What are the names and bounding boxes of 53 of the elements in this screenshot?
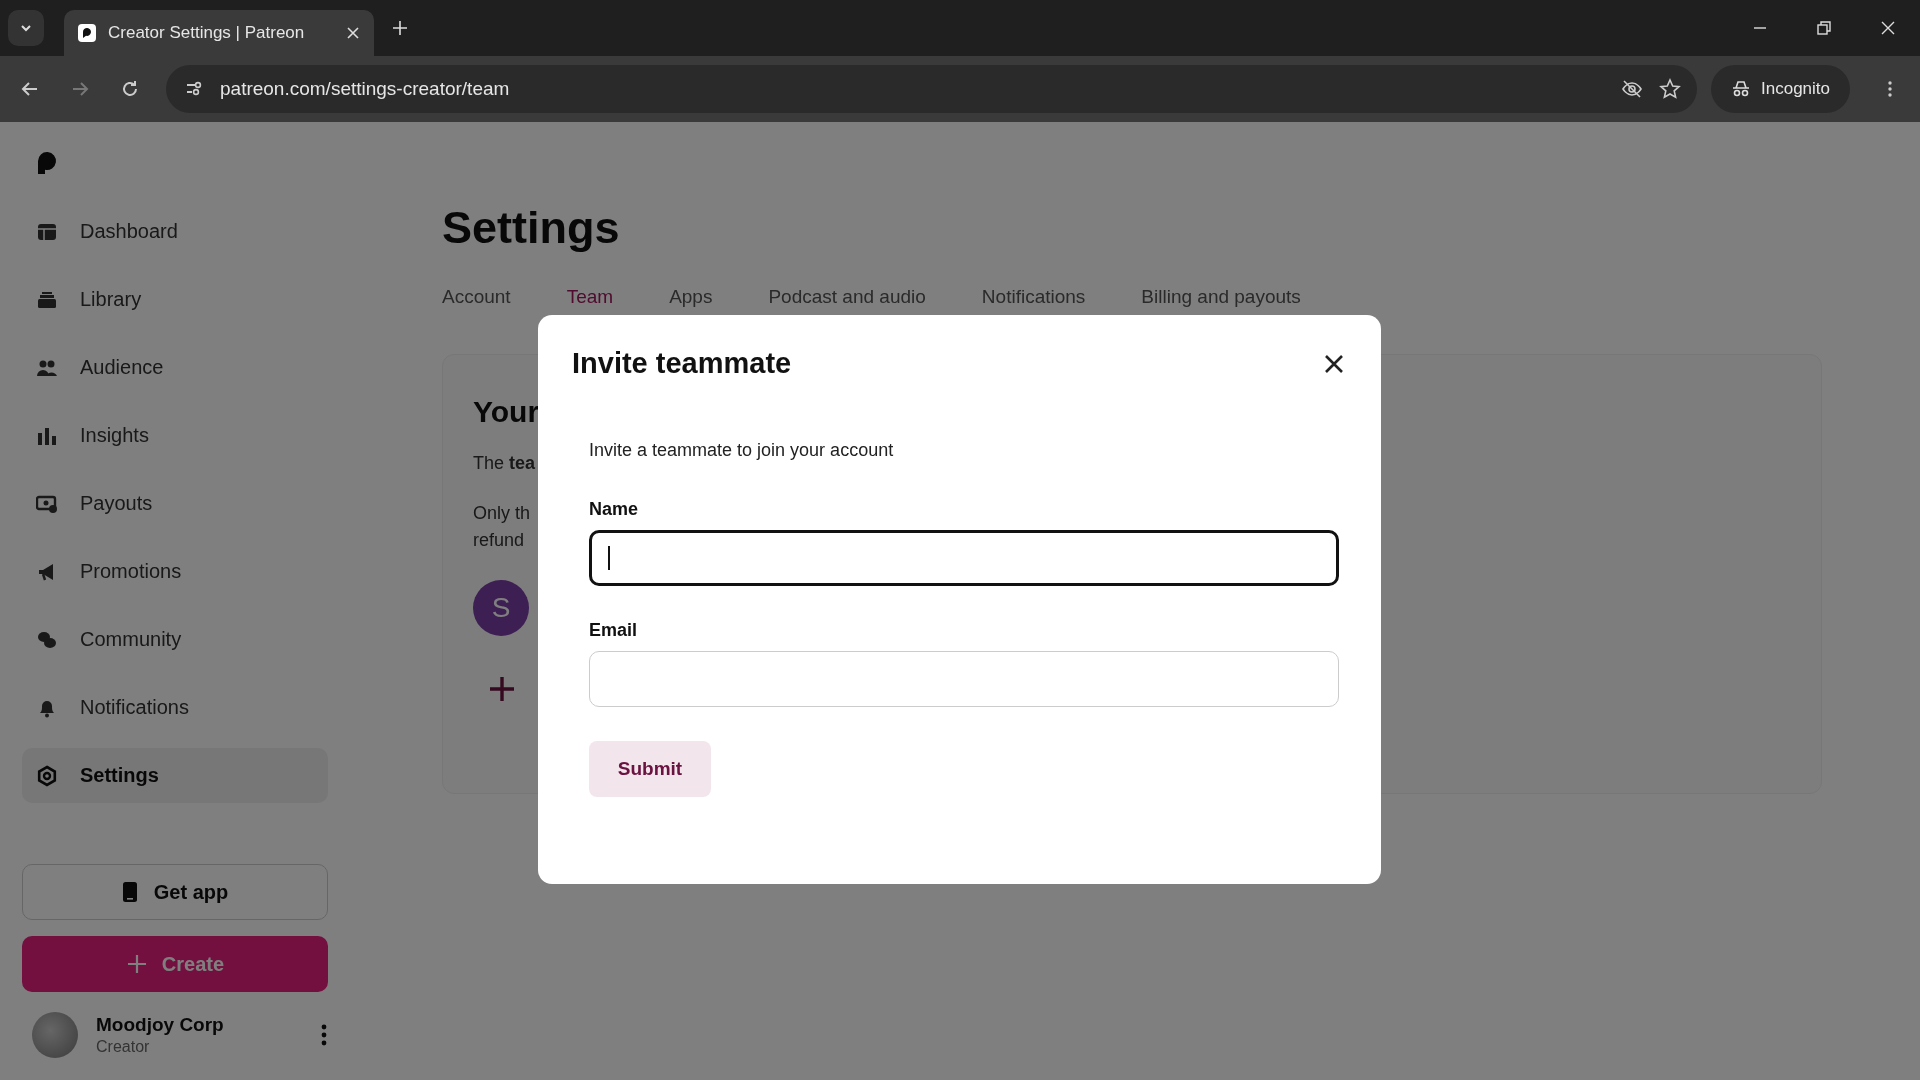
settings-tab[interactable]: Notifications [981,286,1086,308]
new-tab-icon[interactable] [392,20,408,36]
close-icon[interactable] [1323,352,1345,375]
sidebar-item[interactable]: Community [22,612,328,667]
field-label: Name [589,499,640,520]
dialog-description: Invite a teammate to join your account [589,440,895,461]
submit-button[interactable]: Submit [589,741,711,797]
gear-icon [36,764,58,787]
settings-tab[interactable]: Apps [669,286,713,308]
close-tab-icon[interactable] [346,26,360,40]
account-name: Moodjoy Corp [96,1014,225,1036]
more-options-icon[interactable] [320,1023,328,1047]
star-icon[interactable] [1659,78,1681,100]
account-role: Creator [96,1038,151,1056]
restore-icon[interactable] [1816,20,1832,36]
settings-tab[interactable]: Team [566,286,614,308]
incognito-button[interactable]: Incognito [1711,65,1850,113]
reload-icon[interactable] [120,79,140,99]
sidebar-item[interactable]: Payouts [22,476,328,531]
card-text: The tea [473,453,536,474]
field-label: Email [589,620,639,641]
settings-tab[interactable]: Podcast and audio [768,286,926,308]
close-window-icon[interactable] [1880,20,1896,36]
create-button[interactable]: Create [22,936,328,992]
chevron-down-icon [20,22,32,34]
logo-icon[interactable] [36,150,58,174]
settings-tab[interactable]: Account [442,286,511,308]
sidebar-item[interactable]: Audience [22,340,328,395]
settings-tab[interactable]: Billing and payouts [1141,286,1301,308]
input-field[interactable] [589,530,1339,586]
url-text: patreon.com/settings-creator/team [220,78,510,100]
sidebar-item[interactable]: Dashboard [22,204,328,259]
phone-icon [121,881,138,903]
sidebar-item[interactable]: Insights [22,408,328,463]
get-app-button[interactable]: Get app [22,864,328,920]
member-avatar: S [473,580,529,636]
sidebar-item[interactable]: Notifications [22,680,328,735]
tab-title: Creator Settings | Patreon [108,23,306,43]
card-heading: Your [473,395,540,429]
address-field[interactable]: patreon.com/settings-creator/team [166,65,1697,113]
card-text: refund [473,529,526,552]
eye-slash-icon[interactable] [1621,78,1643,100]
tab-favicon-icon [78,24,96,42]
card-text: Only th [473,502,531,525]
sidebar-item[interactable]: Promotions [22,544,328,599]
sidebar-item[interactable]: Library [22,272,328,327]
add-member-icon[interactable] [489,676,515,702]
page-title: Settings [442,202,621,254]
incognito-icon [1731,79,1751,99]
dialog-title: Invite teammate [572,347,792,380]
plus-icon [125,953,148,975]
browser-tab[interactable]: Creator Settings | Patreon [64,10,374,56]
sidebar-item[interactable]: Settings [22,748,328,803]
